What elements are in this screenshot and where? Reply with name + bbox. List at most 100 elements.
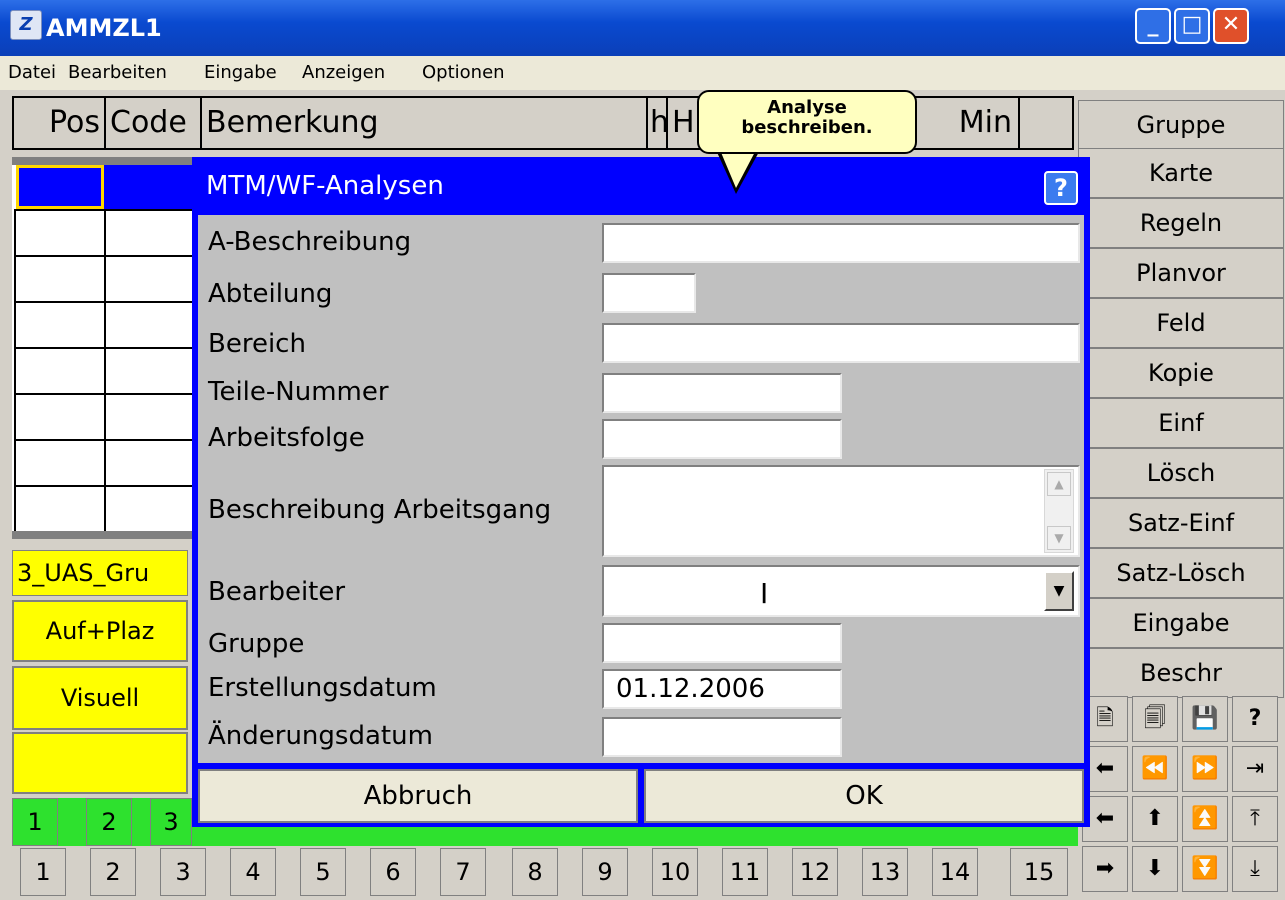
menu-datei[interactable]: Datei	[8, 62, 56, 83]
arrow-to-end-icon[interactable]: ⇥	[1232, 746, 1278, 792]
loesch-button[interactable]: Lösch	[1078, 448, 1284, 498]
satz-einf-button[interactable]: Satz-Einf	[1078, 498, 1284, 548]
menu-eingabe[interactable]: Eingabe	[204, 62, 277, 83]
grid-cell[interactable]	[104, 301, 194, 351]
bereich-input[interactable]	[602, 323, 1080, 363]
tooltip-line-1: Analyse	[767, 97, 847, 118]
page-number-button[interactable]: 11	[722, 848, 768, 896]
arrow-to-bottom-icon[interactable]: ⤓	[1232, 846, 1278, 892]
copy-document-icon[interactable]: 🗐	[1132, 696, 1178, 742]
page-number-button[interactable]: 12	[792, 848, 838, 896]
help-icon[interactable]: ?	[1232, 696, 1278, 742]
grid-cell[interactable]	[104, 347, 194, 397]
planvor-button[interactable]: Planvor	[1078, 248, 1284, 298]
einf-button[interactable]: Einf	[1078, 398, 1284, 448]
page-number-button[interactable]: 14	[932, 848, 978, 896]
grid-cell[interactable]	[14, 301, 108, 351]
grid-cell[interactable]	[14, 347, 108, 397]
page-number-button[interactable]: 10	[652, 848, 698, 896]
menu-bar: Datei Bearbeiten Eingabe Anzeigen Option…	[0, 56, 1285, 90]
arrow-up-icon[interactable]: ⬆	[1132, 796, 1178, 842]
page-number-button[interactable]: 8	[512, 848, 558, 896]
gruppe-input[interactable]	[602, 623, 842, 663]
satz-loesch-button[interactable]: Satz-Lösch	[1078, 548, 1284, 598]
grid-cell[interactable]	[104, 485, 194, 533]
page-number-button[interactable]: 1	[20, 848, 66, 896]
arrow-right-icon[interactable]: ➡	[1082, 846, 1128, 892]
arrow-down-icon[interactable]: ⬇	[1132, 846, 1178, 892]
page-number-button[interactable]: 2	[90, 848, 136, 896]
eingabe-button[interactable]: Eingabe	[1078, 598, 1284, 648]
menu-bearbeiten[interactable]: Bearbeiten	[68, 62, 167, 83]
textarea-scrollbar[interactable]: ▲ ▼	[1044, 469, 1074, 553]
auf-plaz-button[interactable]: Auf+Plaz	[12, 600, 188, 662]
dialog-title: MTM/WF-Analysen	[206, 171, 444, 201]
aenderungsdatum-input[interactable]	[602, 717, 842, 757]
menu-optionen[interactable]: Optionen	[422, 62, 505, 83]
regeln-button[interactable]: Regeln	[1078, 198, 1284, 248]
double-arrow-down-icon[interactable]: ⏬	[1182, 846, 1228, 892]
arrow-to-top-icon[interactable]: ⤒	[1232, 796, 1278, 842]
group-name-field[interactable]: 3_UAS_Gru	[12, 550, 188, 596]
page-number-button[interactable]: 3	[160, 848, 206, 896]
double-arrow-up-icon[interactable]: ⏫	[1182, 796, 1228, 842]
save-icon[interactable]: 💾	[1182, 696, 1228, 742]
arbeitsfolge-input[interactable]	[602, 419, 842, 459]
grid-cell-selected[interactable]	[16, 165, 104, 209]
grid-cell[interactable]	[14, 439, 108, 489]
green-number-button[interactable]: 3	[150, 798, 192, 846]
abteilung-input[interactable]	[602, 273, 696, 313]
scroll-up-icon[interactable]: ▲	[1047, 472, 1071, 496]
karte-button[interactable]: Karte	[1078, 148, 1284, 198]
page-number-button[interactable]: 9	[582, 848, 628, 896]
header-extra	[1018, 96, 1074, 150]
gruppe-button[interactable]: Gruppe	[1078, 100, 1284, 150]
ok-button[interactable]: OK	[644, 769, 1084, 823]
analysis-dialog: MTM/WF-Analysen ? A-Beschreibung Abteilu…	[192, 157, 1090, 827]
green-number-button[interactable]: 2	[86, 798, 132, 846]
chevron-down-icon[interactable]: ▼	[1044, 571, 1074, 611]
tooltip-tail-fill	[720, 150, 756, 188]
header-code: Code	[104, 96, 202, 150]
kopie-button[interactable]: Kopie	[1078, 348, 1284, 398]
page-number-button[interactable]: 15	[1010, 848, 1068, 896]
help-button[interactable]: ?	[1044, 171, 1078, 205]
grid-cell[interactable]	[14, 485, 108, 533]
visuell-button[interactable]: Visuell	[12, 666, 188, 730]
header-h-lower: h	[646, 96, 669, 150]
bearbeiter-select[interactable]	[602, 565, 1080, 617]
empty-yellow-button[interactable]	[12, 732, 188, 794]
grid-cell[interactable]	[104, 255, 194, 305]
green-number-button[interactable]: 1	[12, 798, 58, 846]
grid-cell[interactable]	[104, 393, 194, 443]
page-number-button[interactable]: 7	[440, 848, 486, 896]
beschreibung-arbeitsgang-textarea[interactable]	[602, 465, 1080, 557]
grid-cell[interactable]	[104, 165, 192, 209]
page-number-button[interactable]: 6	[370, 848, 416, 896]
grid-cell[interactable]	[104, 439, 194, 489]
page-number-button[interactable]: 13	[862, 848, 908, 896]
label-bereich: Bereich	[208, 329, 306, 359]
text-cursor-icon: I	[760, 577, 769, 610]
grid-cell[interactable]	[14, 255, 108, 305]
cancel-button[interactable]: Abbruch	[198, 769, 638, 823]
grid-cell[interactable]	[14, 393, 108, 443]
erstellungsdatum-input[interactable]: 01.12.2006	[602, 669, 842, 709]
double-arrow-left-icon[interactable]: ⏪	[1132, 746, 1178, 792]
page-number-button[interactable]: 4	[230, 848, 276, 896]
maximize-button[interactable]: □	[1174, 8, 1210, 44]
window-title: AMMZL1	[46, 14, 162, 42]
grid-cell[interactable]	[104, 209, 194, 259]
label-abteilung: Abteilung	[208, 279, 333, 309]
beschr-button[interactable]: Beschr	[1078, 648, 1284, 698]
minimize-button[interactable]: _	[1135, 8, 1171, 44]
teile-nummer-input[interactable]	[602, 373, 842, 413]
menu-anzeigen[interactable]: Anzeigen	[302, 62, 385, 83]
scroll-down-icon[interactable]: ▼	[1047, 526, 1071, 550]
a-beschreibung-input[interactable]	[602, 223, 1080, 263]
double-arrow-right-icon[interactable]: ⏩	[1182, 746, 1228, 792]
page-number-button[interactable]: 5	[300, 848, 346, 896]
grid-cell[interactable]	[14, 209, 108, 259]
close-button[interactable]: ✕	[1213, 8, 1249, 44]
feld-button[interactable]: Feld	[1078, 298, 1284, 348]
